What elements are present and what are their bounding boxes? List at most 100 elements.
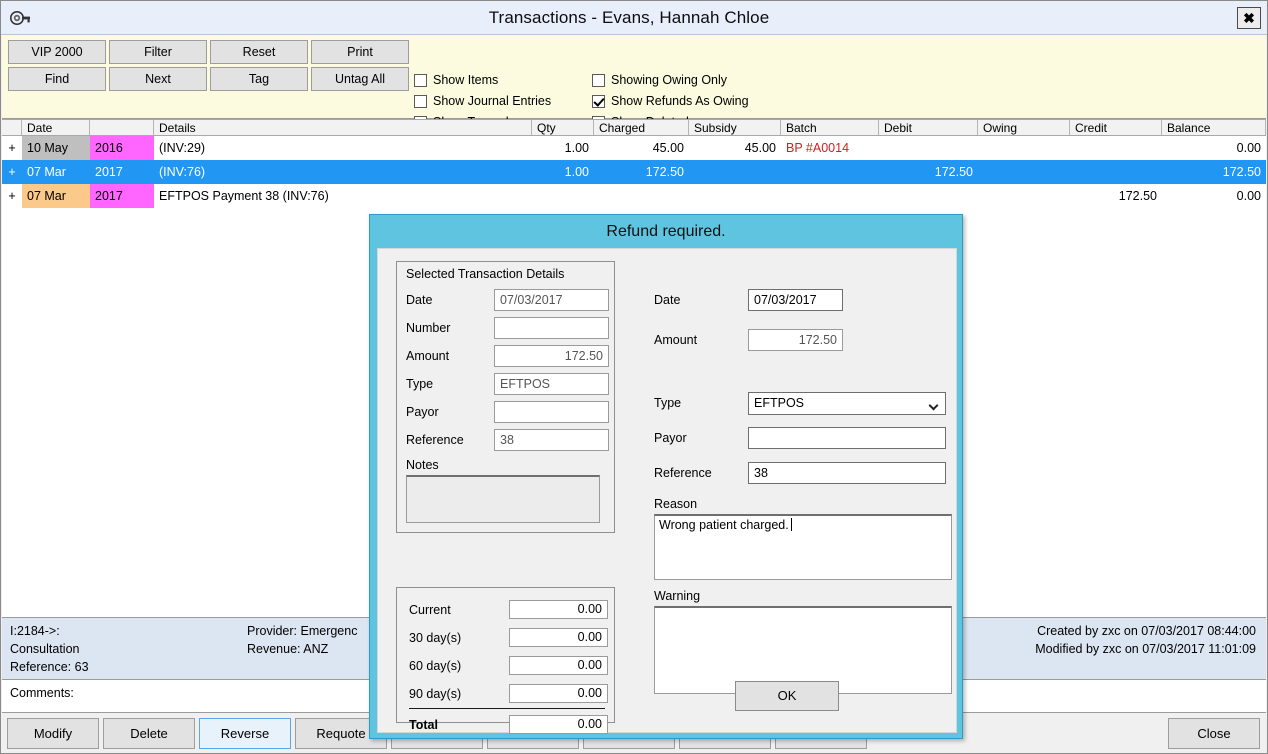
cell-credit: 172.50 [1118,189,1157,203]
ok-button[interactable]: OK [735,681,839,711]
find-button[interactable]: Find [8,67,106,91]
field-label: Number [406,321,451,335]
col-header-owing[interactable]: Owing [978,120,1070,135]
date-readonly-input: 07/03/2017 [494,289,609,311]
row-expander-icon[interactable]: + [2,184,22,208]
checkbox-label: Show Journal Entries [433,94,552,108]
selected-transaction-details-group: Selected Transaction Details Date 07/03/… [396,261,615,533]
vip2000-button[interactable]: VIP 2000 [8,40,106,64]
cell-date: 10 May [22,136,90,160]
refund-amount-input: 172.50 [748,329,843,351]
cell-charged [594,184,689,208]
filter-button[interactable]: Filter [109,40,207,64]
checkbox-label: Show Refunds As Owing [611,94,749,108]
checkbox-show-items[interactable]: Show Items [414,70,551,90]
aging-value: 0.00 [509,628,608,647]
col-header-charged[interactable]: Charged [594,120,689,135]
notes-label: Notes [406,458,439,472]
aging-label: Current [409,602,451,617]
form-field-date: Date 07/03/2017 [654,289,843,311]
refund-reference-input[interactable]: 38 [748,462,946,484]
title-bar: Transactions - Evans, Hannah Chloe ✖ [1,1,1267,35]
refund-reason-textarea[interactable]: Wrong patient charged. [654,514,952,580]
delete-button[interactable]: Delete [103,718,195,749]
checkbox-show-journal-entries[interactable]: Show Journal Entries [414,91,551,111]
refund-type-select[interactable]: EFTPOS [748,391,946,415]
col-header-batch[interactable]: Batch [781,120,879,135]
checkbox-box [414,94,427,108]
modify-button[interactable]: Modify [7,718,99,749]
detail-middle: Provider: Emergenc Revenue: ANZ [247,622,357,658]
close-icon[interactable]: ✖ [1237,6,1261,29]
cell-batch: BP #A0014 [786,141,850,155]
col-header-credit[interactable]: Credit [1070,120,1162,135]
col-header-subsidy[interactable]: Subsidy [689,120,781,135]
col-header-qty[interactable]: Qty [532,120,594,135]
detail-created-by: Created by zxc on 07/03/2017 08:44:00 [1037,624,1256,638]
table-row[interactable]: + 07 Mar 2017 EFTPOS Payment 38 (INV:76)… [2,184,1266,208]
detail-provider: Provider: Emergenc [247,624,358,638]
refund-required-dialog: Refund required. Selected Transaction De… [369,214,963,739]
row-expander-icon[interactable]: + [2,136,22,160]
refund-payor-input[interactable] [748,427,946,449]
detail-left: I:2184->: Consultation Reference: 63 [10,622,89,676]
dialog-title: Refund required. [606,223,726,240]
grid-header: Date Details Qty Charged Subsidy Batch D… [2,119,1266,136]
cell-qty [532,184,594,208]
close-button[interactable]: Close [1168,718,1260,749]
key-icon [10,10,30,25]
checkbox-showing-owing-only[interactable]: Showing Owing Only [592,70,749,90]
col-header-year[interactable] [90,120,154,135]
col-header-balance[interactable]: Balance [1162,120,1266,135]
col-header-expander[interactable] [2,120,22,135]
checkbox-show-refunds-as-owing[interactable]: Show Refunds As Owing [592,91,749,111]
checkbox-box [592,73,605,87]
aging-total-label: Total [409,717,438,732]
col-header-debit[interactable]: Debit [879,120,978,135]
tag-button[interactable]: Tag [210,67,308,91]
aging-label: 30 day(s) [409,630,462,645]
aging-summary-group: Current 0.00 30 day(s) 0.00 60 day(s) 0.… [396,587,615,734]
cell-year: 2017 [90,184,154,208]
cell-balance: 0.00 [1236,141,1261,155]
notes-readonly-textarea [406,475,600,523]
cell-owing [978,160,1070,184]
reset-button[interactable]: Reset [210,40,308,64]
col-header-date[interactable]: Date [22,120,90,135]
cell-year: 2016 [90,136,154,160]
detail-revenue: Revenue: ANZ [247,642,329,656]
table-row[interactable]: + 10 May 2016 (INV:29) 1.00 45.00 45.00 … [2,136,1266,160]
toolbar-button-grid: VIP 2000 Filter Reset Print Find Next Tag Unta… [8,40,412,91]
next-button[interactable]: Next [109,67,207,91]
cell-details: (INV:76) [159,165,206,179]
field-label: Amount [654,333,698,347]
field-payor: Payor [406,401,609,423]
aging-value: 0.00 [509,684,608,703]
cell-date: 07 Mar [27,165,66,179]
print-button[interactable]: Print [311,40,409,64]
aging-row-current: Current 0.00 [409,600,608,619]
field-label: Payor [654,431,687,445]
comments-label: Comments: [10,686,74,700]
aging-label: 60 day(s) [409,658,462,673]
cell-subsidy: 45.00 [744,141,776,155]
toolbar: VIP 2000 Filter Reset Print Find Next Tag Unta… [2,35,1266,144]
refund-date-input[interactable]: 07/03/2017 [748,289,843,311]
cell-qty: 1.00 [564,165,589,179]
reference-readonly-input: 38 [494,429,609,451]
detail-modified-by: Modified by zxc on 07/03/2017 11:01:09 [1035,642,1256,656]
detail-invoice-ref: I:2184->: [10,624,60,638]
field-date: Date 07/03/2017 [406,289,609,311]
warning-label: Warning [654,589,701,603]
untag-all-button[interactable]: Untag All [311,67,409,91]
cell-qty: 1.00 [564,141,589,155]
checkbox-label: Show Items [433,73,499,87]
cell-credit [1070,160,1162,184]
reverse-button[interactable]: Reverse [199,718,291,749]
form-field-type: Type EFTPOS [654,391,946,415]
col-header-details[interactable]: Details [154,120,532,135]
row-expander-icon[interactable]: + [2,160,22,184]
field-label: Date [406,293,433,307]
table-row[interactable]: + 07 Mar 2017 (INV:76) 1.00 172.50 172.5… [2,160,1266,184]
field-label: Reference [654,466,712,480]
